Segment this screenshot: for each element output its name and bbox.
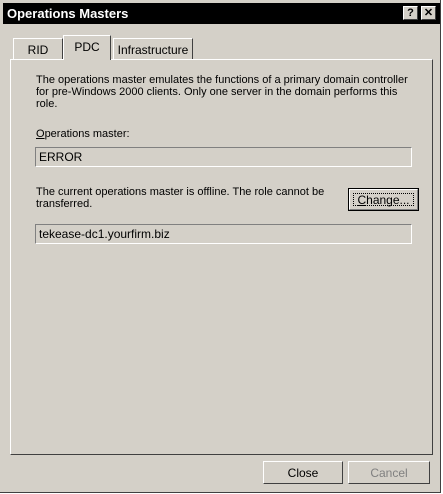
- close-window-button[interactable]: ✕: [421, 6, 436, 20]
- cancel-button[interactable]: Cancel: [348, 461, 430, 484]
- tab-infrastructure[interactable]: Infrastructure: [113, 38, 193, 59]
- change-button[interactable]: Change...: [348, 188, 419, 211]
- change-button-accelerator: C: [357, 193, 367, 207]
- operations-master-label-text: perations master:: [44, 128, 130, 140]
- window-title: Operations Masters: [7, 6, 129, 21]
- change-button-label: Change...: [349, 193, 418, 207]
- operations-master-label: Operations master:: [36, 128, 130, 140]
- tab-rid[interactable]: RID: [13, 38, 63, 59]
- operations-master-label-accelerator: O: [36, 128, 45, 140]
- change-button-text: hange...: [366, 193, 410, 207]
- operations-masters-dialog: Operations Masters ? ✕ RID PDC Infrastru…: [0, 0, 441, 493]
- operations-master-field: ERROR: [35, 147, 412, 167]
- target-server-field: tekease-dc1.yourfirm.biz: [35, 224, 412, 244]
- help-button[interactable]: ?: [403, 6, 418, 20]
- tab-pdc[interactable]: PDC: [63, 35, 111, 60]
- close-button[interactable]: Close: [263, 461, 343, 484]
- pdc-description: The operations master emulates the funct…: [36, 74, 408, 110]
- tab-panel-pdc: The operations master emulates the funct…: [10, 59, 433, 455]
- offline-status-text: The current operations master is offline…: [36, 186, 325, 210]
- title-bar: Operations Masters ? ✕: [3, 3, 440, 24]
